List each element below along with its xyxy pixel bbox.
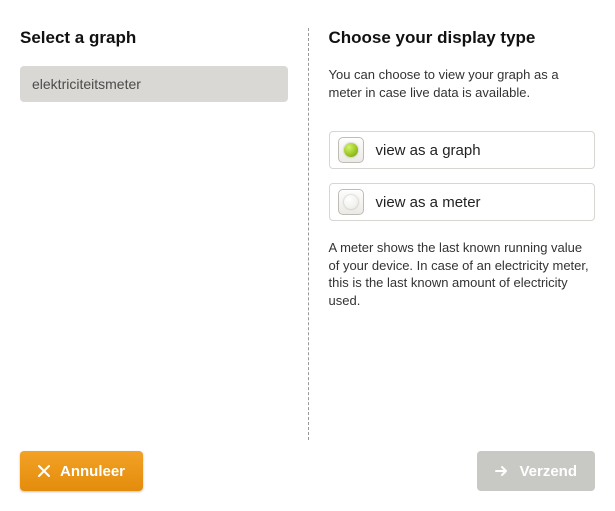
display-type-description: You can choose to view your graph as a m…: [329, 66, 596, 101]
right-title: Choose your display type: [329, 28, 596, 48]
radio-dot-unselected-icon: [344, 195, 358, 209]
dialog-footer: Annuleer Verzend: [0, 445, 615, 511]
submit-button[interactable]: Verzend: [477, 451, 595, 491]
arrow-right-icon: [495, 465, 509, 477]
option-view-as-graph[interactable]: view as a graph: [329, 131, 596, 169]
submit-button-label: Verzend: [519, 463, 577, 480]
radio-dot-selected-icon: [344, 143, 358, 157]
radio-icon: [338, 189, 364, 215]
cancel-button[interactable]: Annuleer: [20, 451, 143, 491]
meter-note: A meter shows the last known running val…: [329, 239, 596, 309]
option-view-as-meter[interactable]: view as a meter: [329, 183, 596, 221]
option-label: view as a graph: [376, 142, 481, 159]
selected-graph-item[interactable]: elektriciteitsmeter: [20, 66, 288, 102]
left-column: Select a graph elektriciteitsmeter: [0, 28, 308, 440]
right-column: Choose your display type You can choose …: [308, 28, 615, 440]
radio-icon: [338, 137, 364, 163]
option-label: view as a meter: [376, 194, 481, 211]
close-icon: [38, 465, 50, 477]
dialog-body: Select a graph elektriciteitsmeter Choos…: [0, 0, 615, 440]
dialog: Select a graph elektriciteitsmeter Choos…: [0, 0, 615, 511]
cancel-button-label: Annuleer: [60, 463, 125, 480]
left-title: Select a graph: [20, 28, 288, 48]
